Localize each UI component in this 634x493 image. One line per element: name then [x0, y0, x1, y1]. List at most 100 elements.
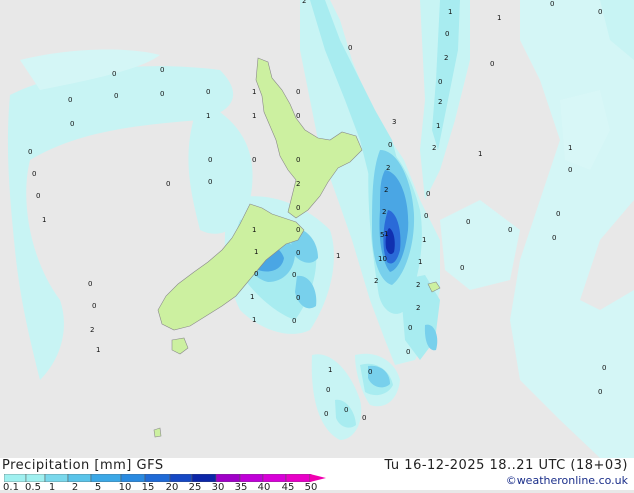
precip-value-label: 0 [292, 317, 296, 325]
precip-value-label: 1 [252, 316, 256, 324]
precip-value-label: 0 [252, 156, 256, 164]
scale-tick-label: 45 [281, 482, 295, 493]
scale-swatch [44, 474, 69, 482]
precip-value-label: 0 [324, 410, 328, 418]
scale-tick-label: 25 [188, 482, 202, 493]
precip-value-label: 0 [326, 386, 330, 394]
precip-value-label: 2 [416, 281, 420, 289]
map-canvas: 21 010000 000 0 0 0 12001 1 002103 100 0002 102002 0… [0, 0, 634, 458]
precip-value-label: 0 [460, 264, 464, 272]
precip-value-label: 1 [448, 8, 452, 16]
precip-value-label: 0 [602, 364, 606, 372]
precip-value-label: 0 [556, 210, 560, 218]
auckland-islands [153, 427, 162, 438]
precip-value-label: 2 [438, 98, 442, 106]
precip-value-label: 10 [378, 255, 387, 263]
precip-value-label: 1 [96, 346, 100, 354]
precip-value-label: 0 [388, 141, 392, 149]
legend-title: Precipitation [mm] GFS [2, 458, 164, 473]
color-scale [4, 474, 326, 482]
precip-value-label: 0 [208, 178, 212, 186]
precip-value-label: 1 [384, 230, 388, 238]
precip-value-label: 1 [422, 236, 426, 244]
precip-value-label: 0 [445, 30, 449, 38]
precip-value-label: 1 [497, 14, 501, 22]
precip-value-label: 1 [418, 258, 422, 266]
precip-value-label: 0 [368, 368, 372, 376]
scale-swatch [191, 474, 217, 482]
scale-swatch [169, 474, 193, 482]
precip-value-label: 1 [252, 226, 256, 234]
scale-tick-label: 10 [118, 482, 132, 493]
precip-value-label: 1 [250, 293, 254, 301]
precipitation-map: 2101000000000012001100210310000021020020… [0, 0, 634, 458]
precip-value-label: 0 [114, 92, 118, 100]
scale-swatch [90, 474, 122, 482]
scale-swatch [239, 474, 264, 482]
precip-value-label: 0 [406, 348, 410, 356]
precip-value-label: 0 [490, 60, 494, 68]
scale-tick-label: 50 [304, 482, 318, 493]
precip-value-label: 1 [42, 216, 46, 224]
precip-value-label: 0 [296, 249, 300, 257]
scale-swatch [25, 474, 46, 482]
precip-value-label: 1 [328, 366, 332, 374]
precip-value-label: 0 [208, 156, 212, 164]
scale-swatch [262, 474, 287, 482]
precip-value-label: 0 [36, 192, 40, 200]
precip-value-label: 0 [598, 388, 602, 396]
precip-value-label: 2 [432, 144, 436, 152]
scale-tick-label: 40 [257, 482, 271, 493]
precip-value-label: 0 [296, 226, 300, 234]
precip-value-label: 0 [68, 96, 72, 104]
forecast-datetime: Tu 16-12-2025 18..21 UTC (18+03) [384, 458, 628, 473]
scale-swatch [144, 474, 171, 482]
scale-tick-label: 1 [48, 482, 56, 493]
legend-bar: Precipitation [mm] GFS Tu 16-12-2025 18.… [0, 458, 634, 493]
scale-swatch [285, 474, 311, 482]
scale-swatch [4, 474, 27, 482]
precip-value-label: 0 [166, 180, 170, 188]
precip-value-label: 0 [598, 8, 602, 16]
precip-value-label: 0 [296, 156, 300, 164]
precip-value-label: 0 [552, 234, 556, 242]
precip-value-label: 2 [416, 304, 420, 312]
scale-tick-label: 5 [94, 482, 102, 493]
precip-value-label: 2 [302, 0, 306, 5]
precip-value-label: 3 [392, 118, 396, 126]
precip-value-label: 0 [32, 170, 36, 178]
scale-tick-label: 35 [234, 482, 248, 493]
precip-value-label: 2 [374, 277, 378, 285]
precip-value-label: 1 [436, 122, 440, 130]
precip-value-label: 1 [252, 88, 256, 96]
precip-value-label: 0 [160, 66, 164, 74]
precip-value-label: 0 [28, 148, 32, 156]
precip-value-label: 1 [254, 248, 258, 256]
scale-tick-label: 30 [211, 482, 225, 493]
precip-value-label: 1 [206, 112, 210, 120]
precip-value-label: 2 [384, 186, 388, 194]
precip-value-label: 1 [478, 150, 482, 158]
precip-value-label: 0 [550, 0, 554, 8]
scale-tick-label: 0.5 [25, 482, 41, 493]
precip-value-label: 2 [386, 164, 390, 172]
precip-value-label: 0 [426, 190, 430, 198]
precip-value-label: 0 [160, 90, 164, 98]
credit-link[interactable]: ©weatheronline.co.uk [506, 474, 628, 487]
scale-swatch [215, 474, 241, 482]
precip-value-label: 0 [292, 271, 296, 279]
scale-swatch [120, 474, 146, 482]
precip-value-label: 0 [296, 204, 300, 212]
precip-value-label: 1 [336, 252, 340, 260]
precip-value-label: 0 [424, 212, 428, 220]
precip-value-label: 0 [92, 302, 96, 310]
precip-value-label: 0 [206, 88, 210, 96]
precip-value-label: 0 [348, 44, 352, 52]
precip-value-label: 0 [70, 120, 74, 128]
precip-value-label: 0 [568, 166, 572, 174]
precip-value-label: 0 [508, 226, 512, 234]
precip-value-label: 5 [380, 231, 384, 239]
precip-value-label: 0 [408, 324, 412, 332]
precip-value-label: 0 [88, 280, 92, 288]
precip-value-label: 0 [466, 218, 470, 226]
